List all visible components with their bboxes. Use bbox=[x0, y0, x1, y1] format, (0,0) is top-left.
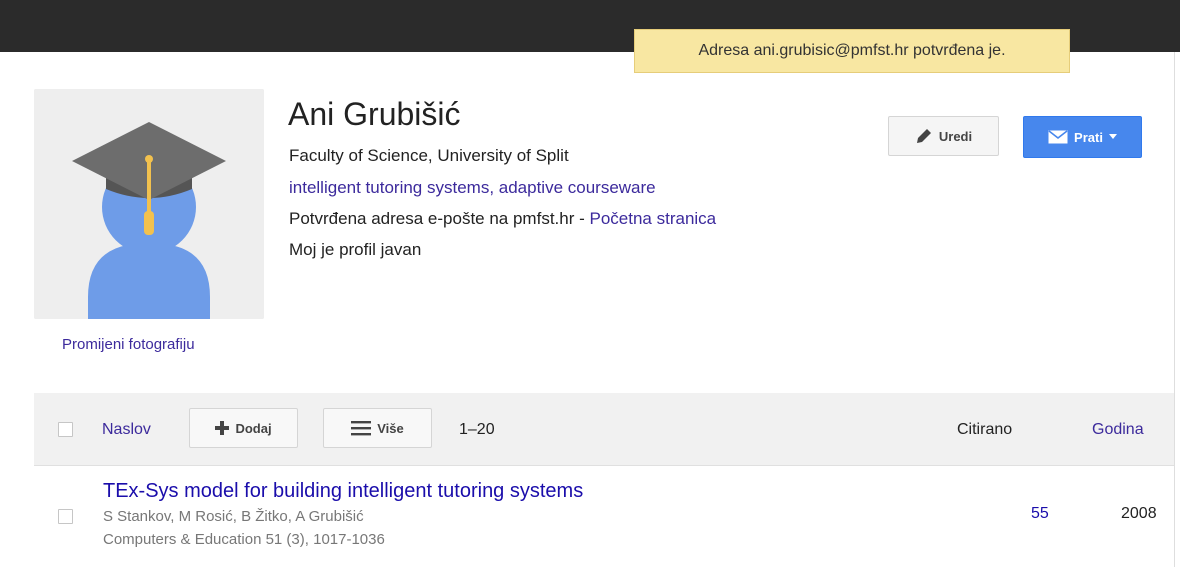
article-cited-count[interactable]: 55 bbox=[1031, 505, 1049, 523]
cited-column-header: Citirano bbox=[957, 421, 1013, 438]
menu-icon bbox=[351, 421, 372, 436]
sort-by-year-link[interactable]: Godina bbox=[1092, 421, 1144, 439]
article-authors: S Stankov, M Rosić, B Žitko, A Grubišić bbox=[103, 508, 364, 525]
articles-toolbar: Naslov Dodaj Više 1–20 Citirano Godina bbox=[34, 393, 1174, 466]
homepage-link[interactable]: Početna stranica bbox=[590, 209, 717, 228]
pencil-icon bbox=[916, 129, 931, 143]
table-row: TEx-Sys model for building intelligent t… bbox=[34, 466, 1174, 567]
article-title-link[interactable]: TEx-Sys model for building intelligent t… bbox=[103, 480, 583, 503]
change-photo-link[interactable]: Promijeni fotografiju bbox=[62, 336, 195, 353]
more-button[interactable]: Više bbox=[323, 408, 432, 448]
edit-button[interactable]: Uredi bbox=[888, 116, 999, 156]
page-border bbox=[1174, 52, 1175, 567]
research-interests-link[interactable]: intelligent tutoring systems, adaptive c… bbox=[289, 178, 656, 198]
chevron-down-icon bbox=[1108, 134, 1117, 139]
notification-toast: Adresa ani.grubisic@pmfst.hr potvrđena j… bbox=[634, 29, 1070, 73]
article-year: 2008 bbox=[1121, 505, 1157, 522]
select-all-checkbox[interactable] bbox=[58, 422, 73, 437]
article-source: Computers & Education 51 (3), 1017-1036 bbox=[103, 531, 385, 548]
graduation-cap-avatar-icon bbox=[34, 89, 264, 319]
verified-email-text: Potvrđena adresa e-pošte na pmfst.hr - bbox=[289, 209, 590, 228]
add-button[interactable]: Dodaj bbox=[189, 408, 298, 448]
plus-icon bbox=[215, 421, 230, 435]
edit-button-label: Uredi bbox=[938, 128, 973, 144]
results-range: 1–20 bbox=[459, 421, 495, 438]
affiliation: Faculty of Science, University of Split bbox=[289, 146, 569, 165]
sort-by-title-link[interactable]: Naslov bbox=[102, 421, 151, 439]
profile-visibility: Moj je profil javan bbox=[289, 240, 422, 259]
follow-button[interactable]: Prati bbox=[1023, 116, 1142, 158]
envelope-icon bbox=[1048, 130, 1068, 144]
verified-email-line: Potvrđena adresa e-pošte na pmfst.hr - P… bbox=[289, 209, 716, 229]
follow-button-label: Prati bbox=[1074, 129, 1103, 145]
row-checkbox[interactable] bbox=[58, 509, 73, 524]
add-button-label: Dodaj bbox=[235, 420, 272, 436]
more-button-label: Više bbox=[377, 420, 404, 436]
profile-photo[interactable] bbox=[34, 89, 264, 319]
profile-name: Ani Grubišić bbox=[288, 96, 461, 132]
notification-message: Adresa ani.grubisic@pmfst.hr potvrđena j… bbox=[698, 42, 1006, 59]
